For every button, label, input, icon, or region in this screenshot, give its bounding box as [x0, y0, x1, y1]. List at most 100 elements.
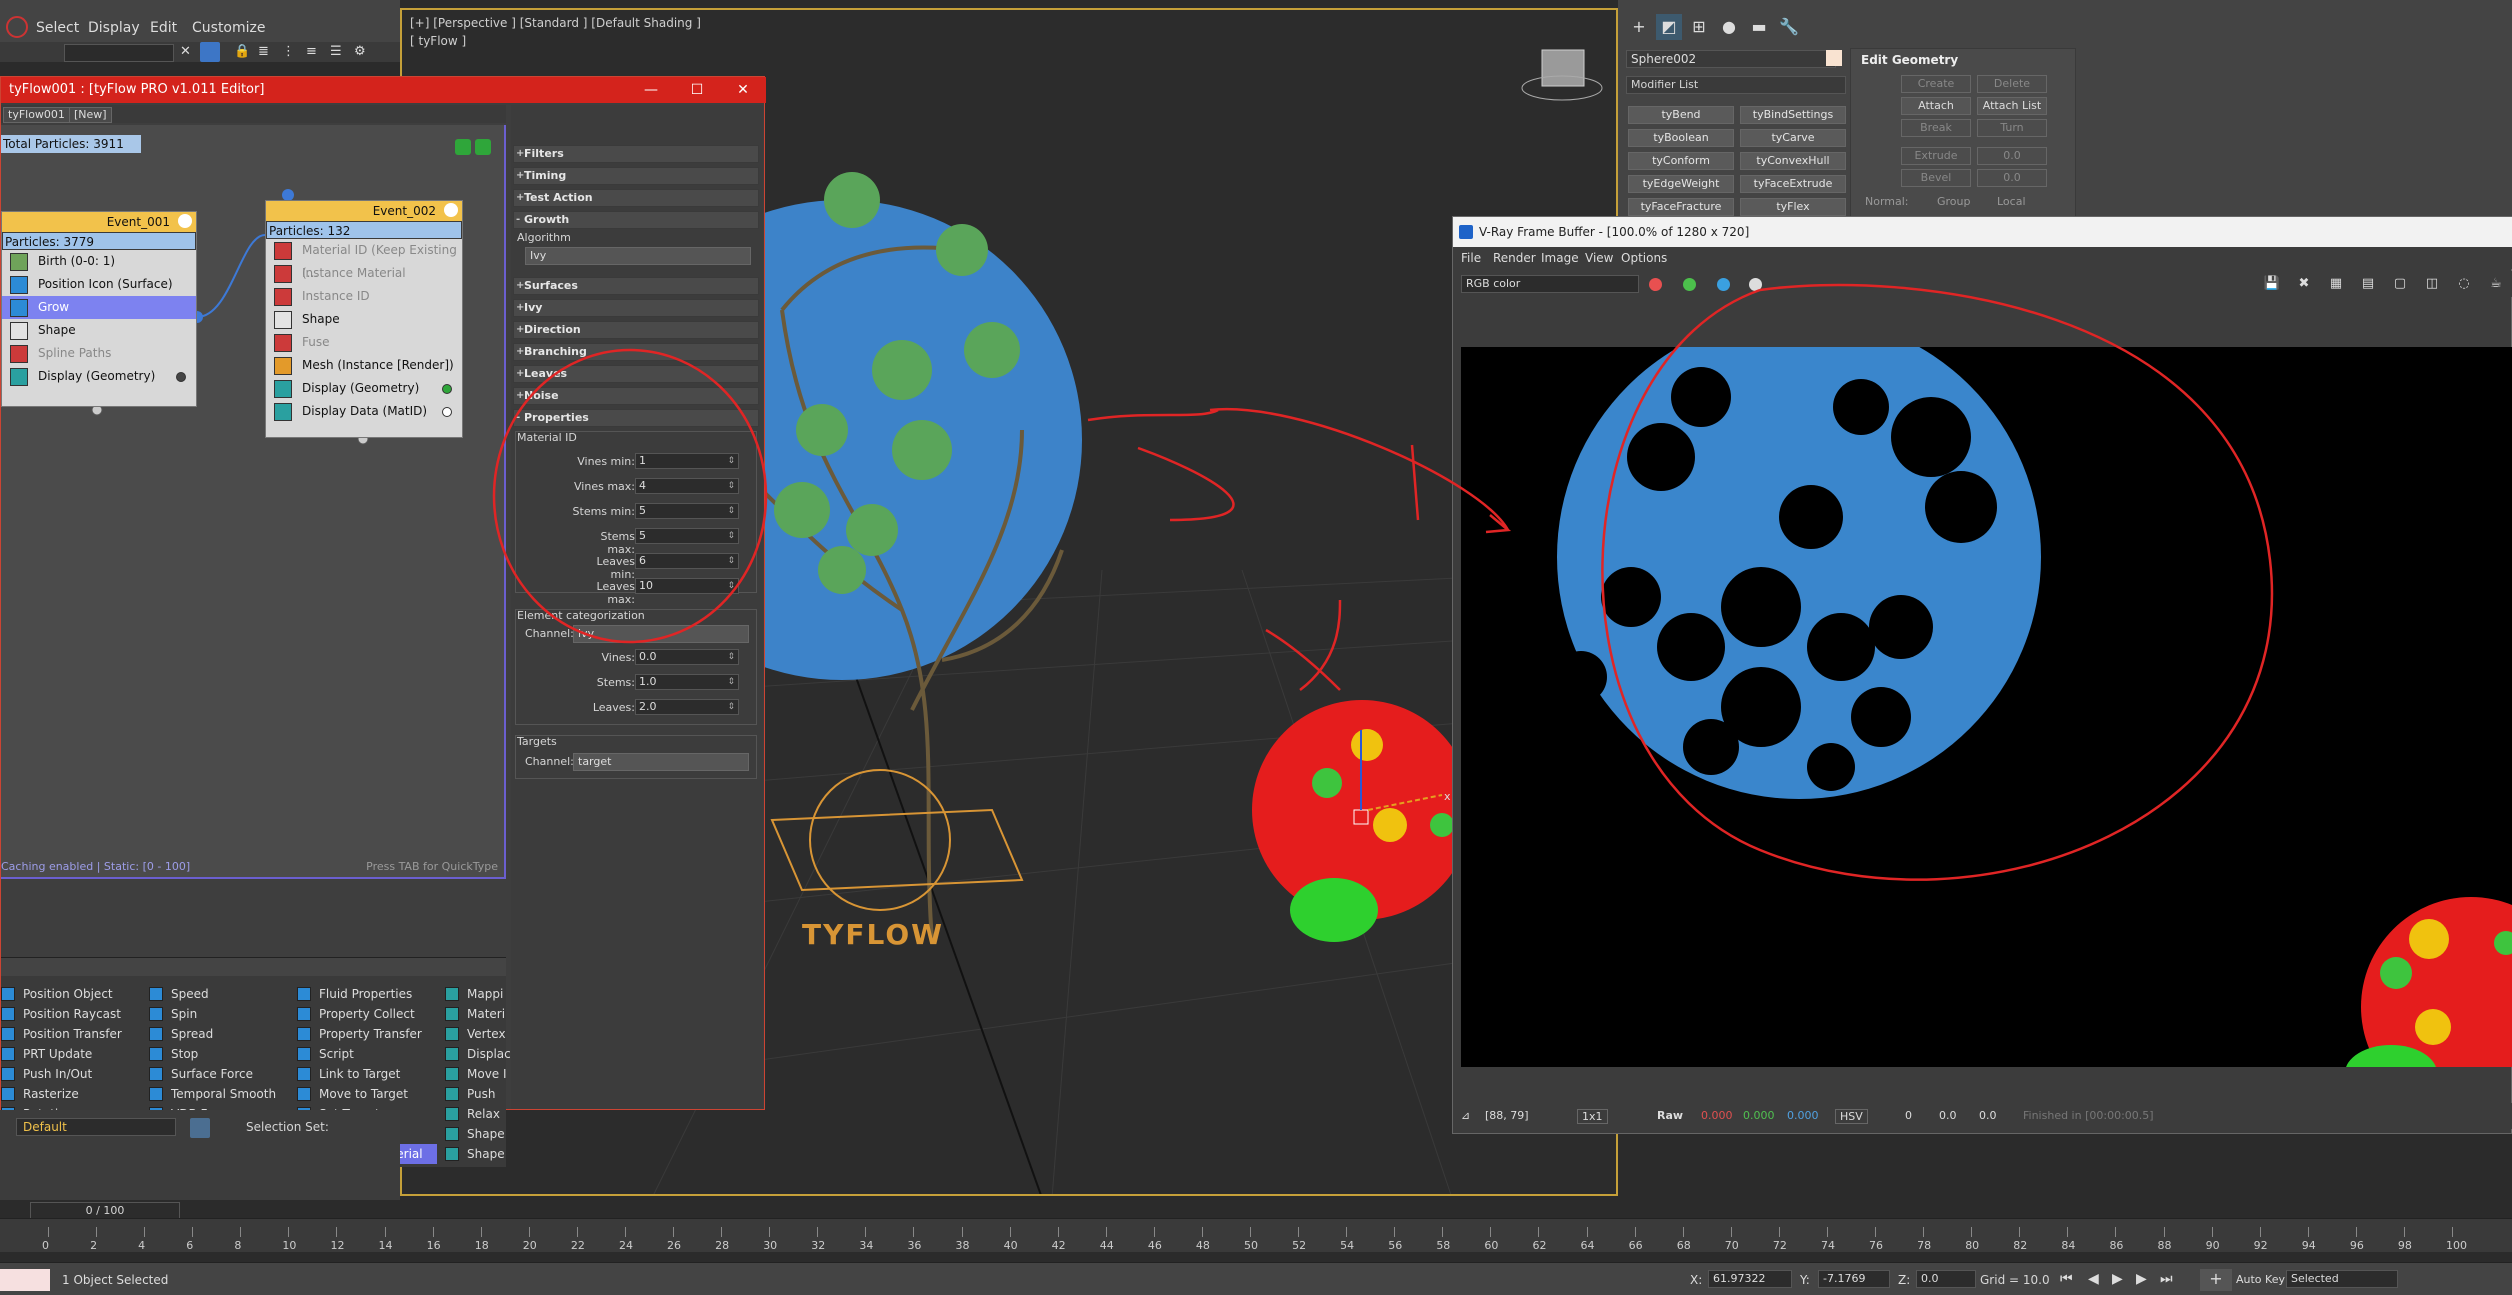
- next-frame-icon[interactable]: ▶: [2136, 1271, 2147, 1287]
- rollout-direction[interactable]: Direction: [513, 321, 759, 339]
- modifier-tybend-button[interactable]: tyBend: [1628, 106, 1734, 124]
- vines-cat-spinner[interactable]: 0.0: [635, 649, 739, 665]
- maxscript-listener-mini[interactable]: [0, 1269, 50, 1291]
- timeline[interactable]: 0 2 4 6 8 10 12 14 16 18 20 22 24 26 28 30 32 34 36 38 40 42 4…: [0, 1218, 2512, 1252]
- turn-button[interactable]: Turn: [1977, 119, 2047, 137]
- modifier-tyconvexhull-button[interactable]: tyConvexHull: [1740, 152, 1846, 170]
- vfb-title-bar[interactable]: V-Ray Frame Buffer - [100.0% of 1280 x 7…: [1453, 217, 2512, 247]
- group-radio[interactable]: Group: [1937, 195, 1971, 208]
- algorithm-dropdown[interactable]: Ivy: [525, 247, 751, 265]
- palette-item[interactable]: Spread: [149, 1024, 289, 1044]
- rollout-timing[interactable]: Timing: [513, 167, 759, 185]
- region-render-icon[interactable]: ▢: [2391, 275, 2409, 293]
- create-button[interactable]: Create: [1901, 75, 1971, 93]
- targets-channel-field[interactable]: target: [573, 753, 749, 771]
- palette-item[interactable]: Stop: [149, 1044, 289, 1064]
- green-channel-icon[interactable]: [1683, 278, 1696, 291]
- layer-dropdown[interactable]: Default: [16, 1118, 176, 1136]
- palette-item[interactable]: Surface Force: [149, 1064, 289, 1084]
- op-grow[interactable]: Grow: [2, 296, 196, 319]
- render-canvas[interactable]: [1461, 347, 2512, 1067]
- palette-item[interactable]: Position Object: [1, 984, 141, 1004]
- object-color-swatch[interactable]: [1826, 50, 1842, 66]
- attach-button[interactable]: Attach: [1901, 97, 1971, 115]
- rollout-leaves[interactable]: Leaves: [513, 365, 759, 383]
- vfb-menu-view[interactable]: View: [1585, 251, 1613, 265]
- op-position-icon[interactable]: Position Icon (Surface): [2, 273, 196, 296]
- op-shape[interactable]: Shape: [2, 319, 196, 342]
- extrude-value-field[interactable]: 0.0: [1977, 147, 2047, 165]
- tab-tyflow001[interactable]: tyFlow001: [3, 107, 70, 123]
- viewport-sublabel[interactable]: [ tyFlow ]: [410, 34, 466, 48]
- layer-list-icon[interactable]: [190, 1118, 210, 1138]
- zoom-dropdown[interactable]: 1x1: [1577, 1109, 1608, 1124]
- layer-manager-icon[interactable]: ☰: [330, 44, 342, 59]
- menu-customize[interactable]: Customize: [192, 20, 266, 36]
- play-icon[interactable]: ▶: [2112, 1271, 2123, 1287]
- layers-icon[interactable]: ≣: [258, 44, 269, 59]
- break-button[interactable]: Break: [1901, 119, 1971, 137]
- palette-item[interactable]: PRT Update: [1, 1044, 141, 1064]
- delete-button[interactable]: Delete: [1977, 75, 2047, 93]
- key-filter-dropdown[interactable]: Selected: [2286, 1270, 2398, 1288]
- palette-item[interactable]: Vertex: [445, 1024, 585, 1044]
- palette-item[interactable]: Shape: [445, 1144, 585, 1164]
- vines-max-spinner[interactable]: 4: [635, 478, 739, 494]
- event-002-node[interactable]: Event_002 Particles: 132 Material ID (Ke…: [265, 200, 463, 438]
- x-coord-field[interactable]: 61.97322: [1708, 1270, 1792, 1288]
- menu-select[interactable]: Select: [36, 20, 79, 36]
- rollout-noise[interactable]: Noise: [513, 387, 759, 405]
- palette-item[interactable]: Property Transfer: [297, 1024, 437, 1044]
- palette-item[interactable]: Speed: [149, 984, 289, 1004]
- utilities-tab-icon[interactable]: 🔧: [1776, 14, 1802, 40]
- rollout-growth[interactable]: Growth: [513, 211, 759, 229]
- auto-key-button[interactable]: Auto Key: [2236, 1273, 2285, 1286]
- hierarchy-tab-icon[interactable]: ⊞: [1686, 14, 1712, 40]
- y-coord-field[interactable]: -7.1769: [1818, 1270, 1890, 1288]
- stems-max-spinner[interactable]: 5: [635, 528, 739, 544]
- stems-min-spinner[interactable]: 5: [635, 503, 739, 519]
- channel-field[interactable]: ivy: [573, 625, 749, 643]
- z-coord-field[interactable]: 0.0: [1916, 1270, 1976, 1288]
- event-001-header[interactable]: Event_001: [2, 212, 196, 232]
- palette-item[interactable]: Fluid Properties: [297, 984, 437, 1004]
- raw-toggle[interactable]: Raw: [1657, 1109, 1683, 1122]
- display-dot-icon[interactable]: [442, 407, 452, 417]
- palette-item[interactable]: Script: [297, 1044, 437, 1064]
- motion-tab-icon[interactable]: ●: [1716, 14, 1742, 40]
- blue-channel-icon[interactable]: [1717, 278, 1730, 291]
- create-tab-icon[interactable]: +: [1626, 14, 1652, 40]
- modifier-tyfaceextrude-button[interactable]: tyFaceExtrude: [1740, 175, 1846, 193]
- op-shape[interactable]: Shape: [266, 308, 462, 331]
- leaves-max-spinner[interactable]: 10: [635, 578, 739, 594]
- op-mesh[interactable]: Mesh (Instance [Render]): [266, 354, 462, 377]
- menu-display[interactable]: Display: [88, 20, 140, 36]
- rollout-surfaces[interactable]: Surfaces: [513, 277, 759, 295]
- palette-item[interactable]: Temporal Smooth: [149, 1084, 289, 1104]
- op-display-geometry[interactable]: Display (Geometry): [266, 377, 462, 400]
- linear-workflow-icon[interactable]: ◫: [2423, 275, 2441, 293]
- op-display-data[interactable]: Display Data (MatID): [266, 400, 462, 423]
- set-key-icon[interactable]: +: [2200, 1269, 2232, 1291]
- palette-item[interactable]: Position Transfer: [1, 1024, 141, 1044]
- modifier-tyfacefracture-button[interactable]: tyFaceFracture: [1628, 198, 1734, 216]
- palette-item[interactable]: Rasterize: [1, 1084, 141, 1104]
- rollout-test-action[interactable]: Test Action: [513, 189, 759, 207]
- menu-edit[interactable]: Edit: [150, 20, 177, 36]
- vines-min-spinner[interactable]: 1: [635, 453, 739, 469]
- event-001-node[interactable]: Event_001 Particles: 3779 Birth (0-0: 1)…: [1, 211, 197, 407]
- tab-new[interactable]: [New]: [69, 107, 112, 123]
- modifier-tycarve-button[interactable]: tyCarve: [1740, 129, 1846, 147]
- object-name-field[interactable]: Sphere002: [1626, 50, 1836, 68]
- display-tab-icon[interactable]: ▬: [1746, 14, 1772, 40]
- settings-icon[interactable]: ⚙: [354, 44, 366, 59]
- op-spline-paths[interactable]: Spline Paths: [2, 342, 196, 365]
- palette-item[interactable]: Displac: [445, 1044, 585, 1064]
- modifier-tybindsettings-button[interactable]: tyBindSettings: [1740, 106, 1846, 124]
- prev-frame-icon[interactable]: ◀: [2088, 1271, 2099, 1287]
- stack-icon[interactable]: ≡: [306, 44, 317, 59]
- history-icon[interactable]: ▤: [2359, 275, 2377, 293]
- palette-item[interactable]: Move to Target: [297, 1084, 437, 1104]
- flow-graph-area[interactable]: Total Particles: 3911 Event_001 Particle…: [1, 125, 506, 879]
- attach-list-button[interactable]: Attach List: [1977, 97, 2047, 115]
